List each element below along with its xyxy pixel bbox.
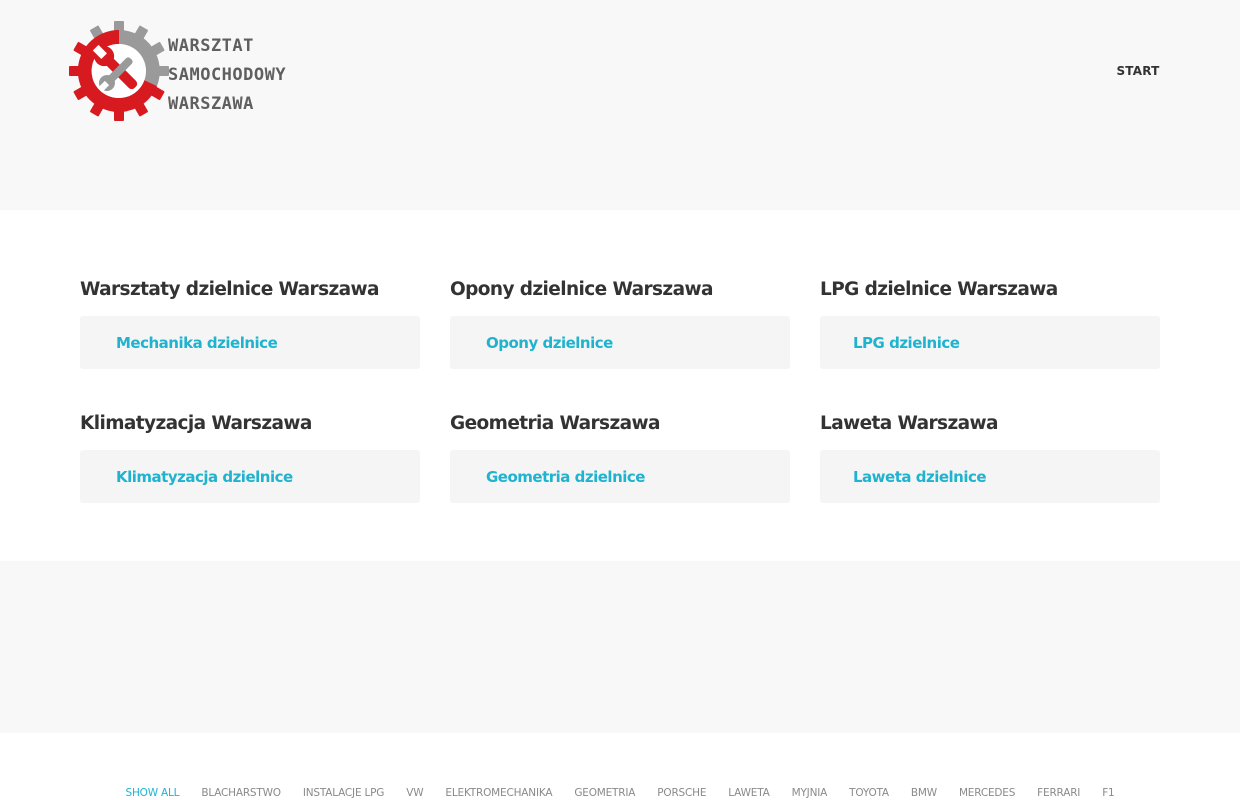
filter-blacharstwo[interactable]: BLACHARSTWO — [190, 787, 292, 799]
service-column-geometria: Geometria Warszawa Geometria dzielnice — [450, 410, 790, 503]
filter-porsche[interactable]: PORSCHE — [646, 787, 717, 799]
service-card[interactable]: Klimatyzacja dzielnice — [80, 450, 420, 503]
logo-line-3: WARSZAWA — [168, 94, 254, 114]
portfolio-filter-section: SHOW ALL BLACHARSTWO INSTALACJE LPG VW E… — [0, 733, 1240, 800]
filter-f1[interactable]: F1 — [1091, 787, 1125, 799]
service-column-opony: Opony dzielnice Warszawa Opony dzielnice — [450, 276, 790, 369]
service-card[interactable]: Opony dzielnice — [450, 316, 790, 369]
filter-vw[interactable]: VW — [395, 787, 434, 799]
filter-elektromechanika[interactable]: ELEKTROMECHANIKA — [434, 787, 563, 799]
service-column-warsztaty: Warsztaty dzielnice Warszawa Mechanika d… — [80, 276, 420, 369]
service-link-opony[interactable]: Opony dzielnice — [486, 334, 613, 352]
gear-wrench-icon — [69, 21, 169, 121]
site-header: WARSZTAT SAMOCHODOWY WARSZAWA START — [0, 0, 1240, 210]
filter-instalacje-lpg[interactable]: INSTALACJE LPG — [292, 787, 395, 799]
service-title: Opony dzielnice Warszawa — [450, 279, 713, 300]
service-link-klimatyzacja[interactable]: Klimatyzacja dzielnice — [116, 468, 293, 486]
filter-laweta[interactable]: LAWETA — [717, 787, 780, 799]
filter-bmw[interactable]: BMW — [900, 787, 948, 799]
filter-mercedes[interactable]: MERCEDES — [948, 787, 1026, 799]
service-title: Geometria Warszawa — [450, 413, 660, 434]
logo-line-2: SAMOCHODOWY — [168, 65, 287, 85]
site-logo[interactable]: WARSZTAT SAMOCHODOWY WARSZAWA — [68, 20, 313, 122]
service-title: Warsztaty dzielnice Warszawa — [80, 279, 380, 300]
filter-show-all[interactable]: SHOW ALL — [114, 787, 190, 799]
filter-geometria[interactable]: GEOMETRIA — [563, 787, 646, 799]
service-card[interactable]: Geometria dzielnice — [450, 450, 790, 503]
service-title: Laweta Warszawa — [820, 413, 998, 434]
service-link-lpg[interactable]: LPG dzielnice — [853, 334, 960, 352]
service-link-mechanika[interactable]: Mechanika dzielnice — [116, 334, 278, 352]
filter-toyota[interactable]: TOYOTA — [838, 787, 900, 799]
service-card[interactable]: Laweta dzielnice — [820, 450, 1160, 503]
nav-start-link[interactable]: START — [1108, 64, 1168, 78]
service-column-klimatyzacja: Klimatyzacja Warszawa Klimatyzacja dziel… — [80, 410, 420, 503]
service-link-laweta[interactable]: Laweta dzielnice — [853, 468, 987, 486]
service-title: LPG dzielnice Warszawa — [820, 279, 1058, 300]
filter-ferrari[interactable]: FERRARI — [1026, 787, 1091, 799]
logo-line-1: WARSZTAT — [168, 36, 254, 56]
services-section: Warsztaty dzielnice Warszawa Mechanika d… — [0, 210, 1240, 561]
service-card[interactable]: LPG dzielnice — [820, 316, 1160, 369]
logo-text: WARSZTAT SAMOCHODOWY WARSZAWA — [168, 32, 286, 119]
service-column-lpg: LPG dzielnice Warszawa LPG dzielnice — [820, 276, 1160, 369]
service-card[interactable]: Mechanika dzielnice — [80, 316, 420, 369]
empty-band — [0, 561, 1240, 733]
service-title: Klimatyzacja Warszawa — [80, 413, 312, 434]
filter-myjnia[interactable]: MYJNIA — [781, 787, 839, 799]
portfolio-filter-bar: SHOW ALL BLACHARSTWO INSTALACJE LPG VW E… — [0, 787, 1240, 799]
service-link-geometria[interactable]: Geometria dzielnice — [486, 468, 645, 486]
service-column-laweta: Laweta Warszawa Laweta dzielnice — [820, 410, 1160, 503]
